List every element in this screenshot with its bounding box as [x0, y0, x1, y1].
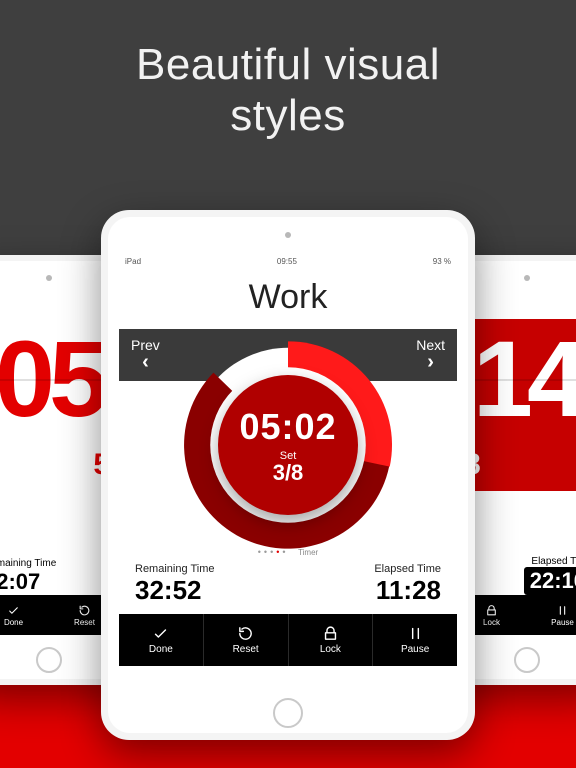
- headline-line-2: styles: [0, 91, 576, 142]
- pause-button[interactable]: Pause: [527, 595, 576, 635]
- pause-icon: [407, 625, 424, 642]
- phase-title: Work: [119, 278, 457, 317]
- tablet-center: iPad 09:55 93 % Work Prev ‹ Next ›: [101, 210, 475, 740]
- camera-icon: [524, 275, 530, 281]
- status-time: 09:55: [277, 257, 297, 266]
- lock-icon: [322, 625, 339, 642]
- home-button[interactable]: [273, 698, 303, 728]
- home-button[interactable]: [36, 647, 62, 673]
- camera-icon: [46, 275, 52, 281]
- check-icon: [152, 625, 169, 642]
- set-value: 3/8: [273, 462, 304, 484]
- reset-button[interactable]: Reset: [203, 614, 288, 666]
- timer-disc[interactable]: 05:02 Set 3/8: [218, 375, 358, 515]
- home-button[interactable]: [514, 647, 540, 673]
- flip-digits: 14: [473, 325, 576, 433]
- reset-icon: [237, 625, 254, 642]
- done-button[interactable]: Done: [0, 595, 49, 635]
- progress-ring: 05:02 Set 3/8: [119, 337, 457, 553]
- battery: 93 %: [433, 257, 451, 266]
- remaining-time-value: 32:52: [135, 575, 214, 606]
- status-bar: iPad 09:55 93 %: [119, 254, 457, 268]
- pause-icon: [556, 604, 569, 617]
- elapsed-time-label: Elapsed Time: [462, 556, 576, 567]
- timer-value: 05:02: [239, 406, 336, 448]
- reset-icon: [78, 604, 91, 617]
- remaining-time-value: 22:07: [0, 569, 114, 595]
- camera-icon: [285, 232, 291, 238]
- done-button[interactable]: Done: [119, 614, 203, 666]
- device-name: iPad: [125, 257, 141, 266]
- elapsed-time-value: 11:28: [374, 575, 441, 606]
- check-icon: [7, 604, 20, 617]
- lock-icon: [485, 604, 498, 617]
- remaining-time-label: Remaining Time: [135, 563, 214, 575]
- elapsed-time-label: Elapsed Time: [374, 563, 441, 575]
- promo-stage: Beautiful visual styles ‹ W 05 5 Remaini…: [0, 0, 576, 768]
- headline-line-1: Beautiful visual: [0, 40, 576, 91]
- lock-button[interactable]: Lock: [288, 614, 373, 666]
- remaining-time-label: Remaining Time: [0, 558, 114, 569]
- elapsed-time-value: 22:16: [524, 567, 576, 595]
- headline: Beautiful visual styles: [0, 40, 576, 141]
- pause-button[interactable]: Pause: [372, 614, 457, 666]
- flip-digits: 05: [0, 325, 103, 433]
- bottom-toolbar: Done Reset Lock Pause: [119, 614, 457, 666]
